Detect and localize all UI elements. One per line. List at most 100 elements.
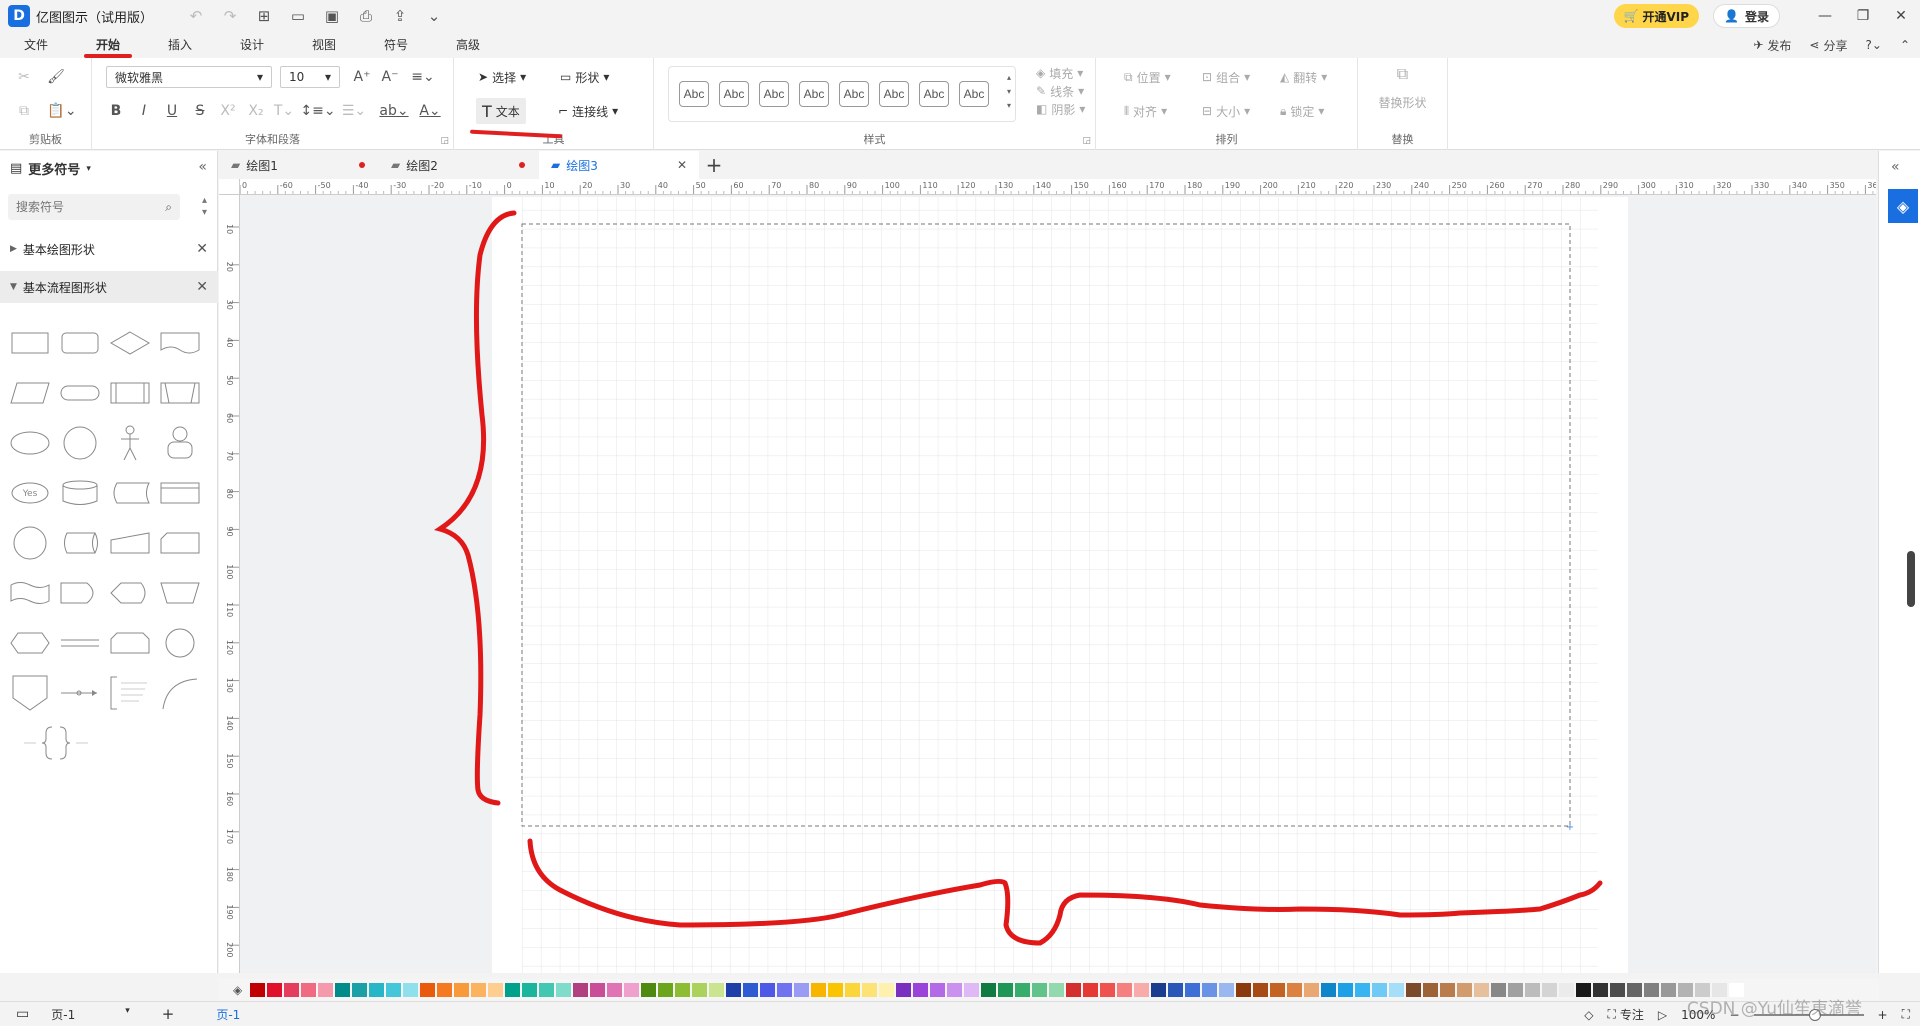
color-swatch[interactable] xyxy=(284,983,300,997)
color-swatch[interactable] xyxy=(641,983,657,997)
drawing-page[interactable]: + xyxy=(492,197,1628,973)
export-icon[interactable]: ⇪ xyxy=(385,3,415,29)
menu-tab-symbols[interactable]: 符号 xyxy=(360,32,432,58)
more-symbols-button[interactable]: ▤ 更多符号 ▾ xyxy=(10,159,91,178)
color-swatch[interactable] xyxy=(1644,983,1660,997)
save-icon[interactable]: ▣ xyxy=(317,3,347,29)
customize-toolbar-icon[interactable]: ⌄ xyxy=(419,3,449,29)
rounded-process-shape[interactable] xyxy=(56,323,104,363)
connector-tool[interactable]: ⌐ 连接线 ▾ xyxy=(558,98,618,124)
display-shape[interactable] xyxy=(106,573,154,613)
color-swatch[interactable] xyxy=(352,983,368,997)
menu-tab-view[interactable]: 视图 xyxy=(288,32,360,58)
underline-icon[interactable]: U xyxy=(158,98,186,124)
lock-dropdown[interactable]: 🔒︎ 锁定 ▾ xyxy=(1280,98,1324,124)
strikethrough-icon[interactable]: S xyxy=(186,98,214,124)
card-shape[interactable] xyxy=(156,523,204,563)
color-swatch[interactable] xyxy=(1270,983,1286,997)
menu-tab-design[interactable]: 设计 xyxy=(216,32,288,58)
color-swatch[interactable] xyxy=(1032,983,1048,997)
color-swatch[interactable] xyxy=(1576,983,1592,997)
color-swatch[interactable] xyxy=(471,983,487,997)
style-sample[interactable]: Abc xyxy=(799,81,829,107)
user-shape[interactable] xyxy=(156,423,204,463)
login-button[interactable]: 👤 登录 xyxy=(1713,4,1780,28)
subscript-icon[interactable]: X₂ xyxy=(242,98,270,124)
color-swatch[interactable] xyxy=(1355,983,1371,997)
arc-shape[interactable] xyxy=(156,673,204,713)
color-swatch[interactable] xyxy=(1372,983,1388,997)
color-swatch[interactable] xyxy=(1202,983,1218,997)
yes-ellipse-shape[interactable]: Yes xyxy=(6,473,54,513)
color-swatch[interactable] xyxy=(403,983,419,997)
select-tool[interactable]: ➤ 选择 ▾ xyxy=(478,64,526,90)
collapse-ribbon-icon[interactable]: ⌃ xyxy=(1900,38,1910,52)
text-case-icon[interactable]: T⌄ xyxy=(270,98,298,124)
color-swatch[interactable] xyxy=(437,983,453,997)
color-swatch[interactable] xyxy=(1083,983,1099,997)
color-swatch[interactable] xyxy=(522,983,538,997)
menu-tab-advanced[interactable]: 高级 xyxy=(432,32,504,58)
print-icon[interactable]: ⎙ xyxy=(351,3,381,29)
bold-icon[interactable]: B xyxy=(102,98,130,124)
add-page-icon[interactable]: + xyxy=(162,1005,175,1023)
color-swatch[interactable] xyxy=(267,983,283,997)
color-swatch[interactable] xyxy=(1151,983,1167,997)
color-swatch[interactable] xyxy=(1627,983,1643,997)
arrow-connector-shape[interactable] xyxy=(56,673,104,713)
font-dialog-launcher-icon[interactable]: ◲ xyxy=(440,136,449,146)
circle-shape[interactable] xyxy=(56,423,104,463)
data-shape[interactable] xyxy=(6,373,54,413)
decision-shape[interactable] xyxy=(106,323,154,363)
style-sample[interactable]: Abc xyxy=(839,81,869,107)
panel-scroll-arrows-icon[interactable]: ▴ ▾ xyxy=(202,195,207,219)
color-swatch[interactable] xyxy=(420,983,436,997)
layers-icon[interactable]: ◇ xyxy=(1584,1008,1593,1022)
color-swatch[interactable] xyxy=(1219,983,1235,997)
color-swatch[interactable] xyxy=(1015,983,1031,997)
color-swatch[interactable] xyxy=(1525,983,1541,997)
category-basic-drawing[interactable]: ▶ 基本绘图形状 ✕ xyxy=(0,233,218,265)
color-swatch[interactable] xyxy=(760,983,776,997)
database-shape[interactable] xyxy=(56,473,104,513)
color-swatch[interactable] xyxy=(624,983,640,997)
color-swatch[interactable] xyxy=(369,983,385,997)
color-swatch[interactable] xyxy=(811,983,827,997)
replace-shape-label[interactable]: 替换形状 xyxy=(1358,94,1447,111)
color-swatch[interactable] xyxy=(1236,983,1252,997)
off-page-reference-shape[interactable] xyxy=(6,673,54,713)
terminator-shape[interactable] xyxy=(56,373,104,413)
color-swatch[interactable] xyxy=(1066,983,1082,997)
shape-tool[interactable]: ▭ 形状 ▾ xyxy=(560,64,609,90)
doc-tab-1[interactable]: ▰ 绘图1 xyxy=(219,151,379,179)
color-swatch[interactable] xyxy=(1593,983,1609,997)
parallel-lines-shape[interactable] xyxy=(56,623,104,663)
color-swatch[interactable] xyxy=(590,983,606,997)
fill-color-picker-icon[interactable]: ◈ xyxy=(233,983,242,997)
ellipse-shape[interactable] xyxy=(6,423,54,463)
color-swatch[interactable] xyxy=(726,983,742,997)
focus-mode-button[interactable]: ⛶ 专注 xyxy=(1608,1006,1644,1023)
open-folder-icon[interactable]: ▭ xyxy=(283,3,313,29)
color-swatch[interactable] xyxy=(658,983,674,997)
undo-icon[interactable]: ↶ xyxy=(181,3,211,29)
color-swatch[interactable] xyxy=(1287,983,1303,997)
color-swatch[interactable] xyxy=(1338,983,1354,997)
style-sample[interactable]: Abc xyxy=(719,81,749,107)
redo-icon[interactable]: ↷ xyxy=(215,3,245,29)
italic-icon[interactable]: I xyxy=(130,98,158,124)
preparation-shape[interactable] xyxy=(6,623,54,663)
annotation-note-shape[interactable] xyxy=(106,673,154,713)
category-basic-flowchart[interactable]: ▼ 基本流程图形状 ✕ xyxy=(0,271,218,303)
page-selector[interactable]: 页-1 ▾ xyxy=(51,1006,130,1023)
font-size-select[interactable]: 10 ▾ xyxy=(280,66,340,88)
color-swatch[interactable] xyxy=(1491,983,1507,997)
color-swatch[interactable] xyxy=(1321,983,1337,997)
symbol-search-input[interactable] xyxy=(16,200,146,214)
style-sample[interactable]: Abc xyxy=(959,81,989,107)
color-swatch[interactable] xyxy=(879,983,895,997)
size-dropdown[interactable]: ⊟ 大小 ▾ xyxy=(1202,98,1250,124)
flip-dropdown[interactable]: ◭ 翻转 ▾ xyxy=(1280,64,1327,90)
color-swatch[interactable] xyxy=(862,983,878,997)
color-swatch[interactable] xyxy=(794,983,810,997)
